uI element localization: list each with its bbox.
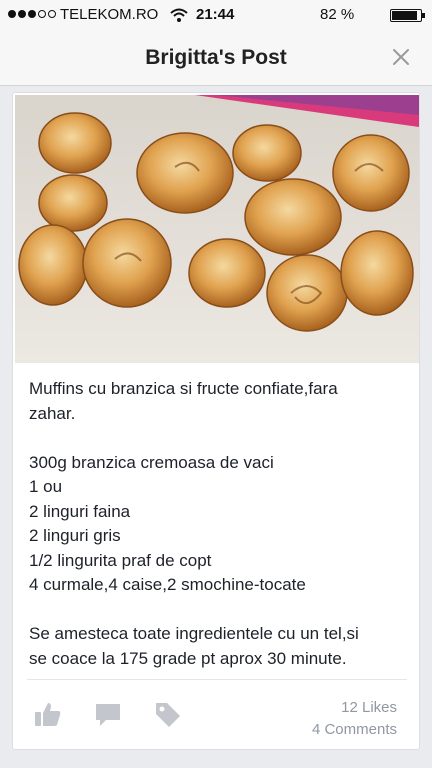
post-text: Muffins cu branzica si fructe confiate,f… (29, 377, 409, 696)
post-title-line: Muffins cu branzica si fructe confiate,f… (29, 379, 338, 398)
page-title: Brigitta's Post (145, 46, 287, 69)
battery-percent: 82 % (320, 6, 355, 23)
post-counts: 12 Likes 4 Comments (312, 697, 397, 741)
ingredient-item: 1/2 lingurita praf de copt (29, 550, 212, 570)
post-title-line: zahar. (29, 403, 76, 423)
like-icon (35, 703, 61, 726)
battery-icon (390, 9, 422, 22)
close-button[interactable] (388, 44, 414, 70)
comments-count[interactable]: 4 Comments (312, 719, 397, 741)
comment-button[interactable] (93, 699, 123, 729)
post-title: Muffins cu branzica si fructe confiate,f… (29, 377, 409, 426)
comment-icon (96, 704, 120, 726)
ingredients-list: 300g branzica cremoasa de vaci 1 ou 2 li… (29, 451, 409, 598)
signal-icon (8, 10, 56, 18)
post-photo[interactable] (15, 95, 419, 363)
likes-count[interactable]: 12 Likes (312, 697, 397, 719)
post-card: Muffins cu branzica si fructe confiate,f… (12, 92, 420, 750)
status-bar: TELEKOM.RO 21:44 82 % (0, 0, 432, 30)
divider (27, 679, 407, 680)
close-icon (393, 49, 409, 65)
nav-bar: Brigitta's Post (0, 30, 432, 86)
ingredient-item: 1 ou (29, 477, 63, 496)
ingredient-item: 2 linguri faina (29, 501, 131, 521)
instructions: Se amesteca toate ingredientele cu un te… (29, 622, 409, 671)
instructions-line: se coace la 175 grade pt aprox 30 minute… (29, 648, 347, 668)
post-actions (33, 699, 183, 731)
like-button[interactable] (33, 699, 63, 729)
ingredient-item: 300g branzica cremoasa de vaci (29, 452, 274, 472)
instructions-line: Se amesteca toate ingredientele cu un te… (29, 624, 359, 643)
carrier-name: TELEKOM.RO (60, 6, 159, 23)
battery-nub (422, 13, 425, 18)
muffins-photo (15, 95, 419, 363)
ingredient-item: 2 linguri gris (29, 526, 121, 545)
tag-button[interactable] (153, 699, 183, 729)
wifi-icon (170, 8, 188, 22)
tag-icon (156, 703, 180, 727)
ingredient-item: 4 curmale,4 caise,2 smochine-tocate (29, 575, 306, 594)
clock: 21:44 (196, 6, 235, 23)
